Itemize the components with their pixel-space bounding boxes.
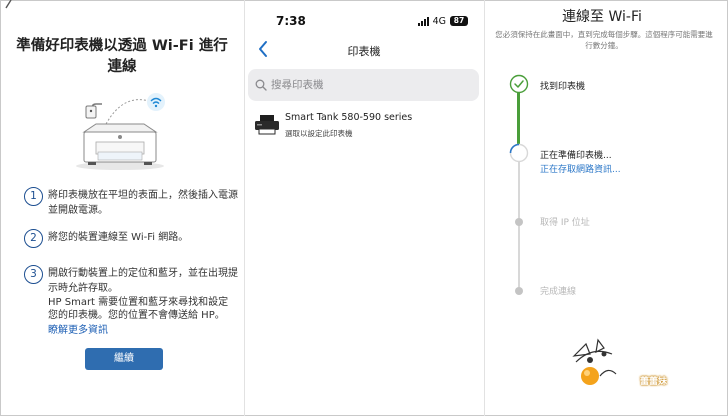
search-input[interactable] <box>271 69 471 101</box>
network-type: 4G <box>432 15 446 27</box>
printer-setup-panel: 準備好印表機以透過 Wi-Fi 進行連線 1 將印表機放在平坦的表面上，然後插入… <box>0 0 244 416</box>
signal-strength-icon <box>417 16 429 26</box>
pending-dot-icon <box>515 287 523 295</box>
step-number: 2 <box>24 229 43 248</box>
step-number: 1 <box>24 187 43 206</box>
loading-spinner-icon <box>509 143 529 163</box>
watermark-text: 蕾蕾妹 <box>640 377 668 387</box>
privacy-note: HP Smart 需要位置和藍牙來尋找和設定您的印表機。您的位置不會傳送給 HP… <box>48 297 229 321</box>
progress-line-done <box>517 92 520 146</box>
back-arrow-icon[interactable] <box>2 0 14 10</box>
stage-label: 正在準備印表機... <box>540 151 612 161</box>
continue-button[interactable]: 繼續 <box>85 348 163 370</box>
pending-dot-icon <box>515 218 523 226</box>
status-indicators: 4G 87 <box>417 14 468 28</box>
stage-detail: 正在存取網路資訊... <box>540 165 621 175</box>
printer-wifi-illustration <box>76 93 165 170</box>
printer-list-item[interactable]: Smart Tank 580-590 series 選取以設定此印表機 <box>250 108 480 142</box>
connection-subtitle: 您必須保持在此畫面中，直到完成每個步驟。這個程序可能需要進行數分鐘。 <box>495 30 713 50</box>
connection-title: 連線至 Wi-Fi <box>562 9 642 25</box>
wifi-connection-panel: 連線至 Wi-Fi 您必須保持在此畫面中，直到完成每個步驟。這個程序可能需要進行… <box>484 0 728 416</box>
stage-label: 找到印表機 <box>540 82 586 92</box>
printer-list-panel: 7:38 4G 87 印表機 Smart Tank 580-590 series… <box>244 0 484 416</box>
step-number: 3 <box>24 265 43 284</box>
step-text: 開啟行動裝置上的定位和藍牙，並在出現提示時允許存取。 <box>48 268 238 294</box>
status-time: 7:38 <box>276 14 306 28</box>
page-title: 印表機 <box>347 45 381 58</box>
battery-icon: 87 <box>450 16 468 26</box>
watermark-mascot-icon <box>572 338 617 385</box>
stage-label: 完成連線 <box>540 287 577 297</box>
step-text: 將印表機放在平坦的表面上，然後插入電源並開啟電源。 <box>48 190 238 216</box>
stage-label: 取得 IP 位址 <box>540 218 590 228</box>
search-icon <box>255 79 267 91</box>
setup-title: 準備好印表機以透過 Wi-Fi 進行連線 <box>16 38 228 75</box>
check-icon <box>509 74 529 94</box>
printer-subtitle: 選取以設定此印表機 <box>285 129 353 138</box>
printer-icon <box>255 115 279 135</box>
search-bar[interactable] <box>248 69 479 101</box>
printer-name: Smart Tank 580-590 series <box>285 112 413 123</box>
step-text: 將您的裝置連線至 Wi-Fi 網路。 <box>48 232 189 243</box>
learn-more-link[interactable]: 瞭解更多資訊 <box>48 321 108 336</box>
